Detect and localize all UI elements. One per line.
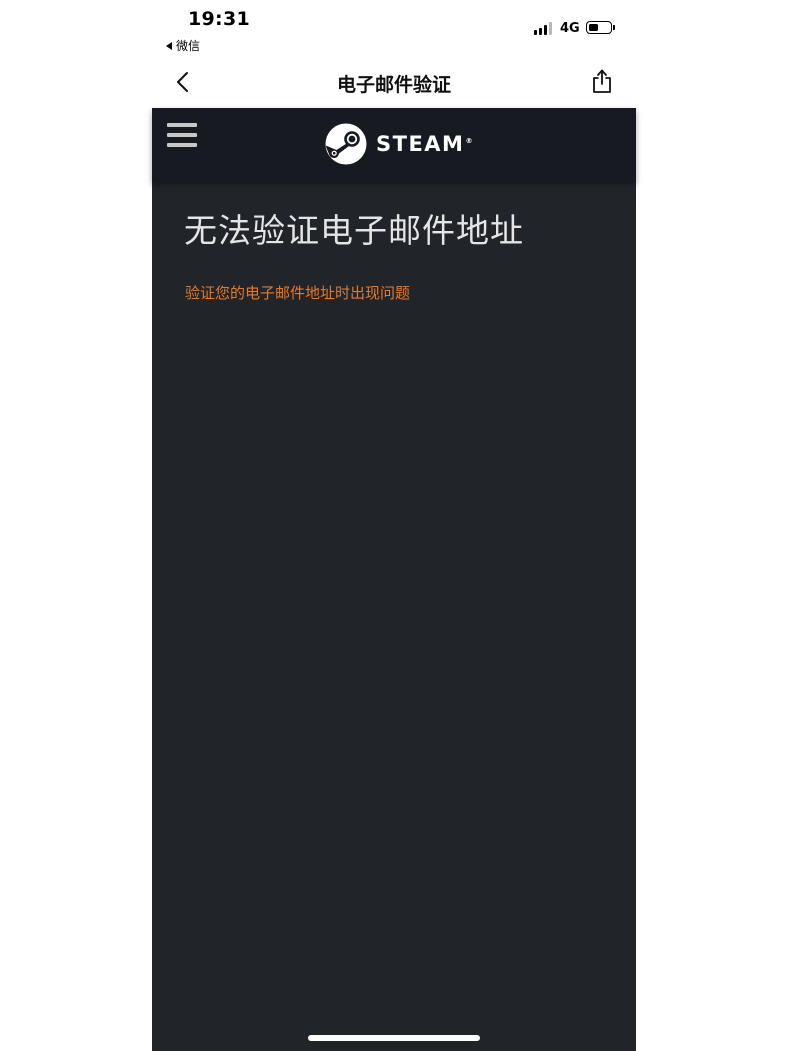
steam-logo-icon [325,123,367,165]
network-type: 4G [560,21,580,36]
steam-wordmark: STEAM® [376,132,474,156]
page-heading: 无法验证电子邮件地址 [184,211,524,250]
status-bar: 19:31 微信 4G [152,0,636,60]
home-indicator[interactable] [308,1035,480,1041]
back-triangle-icon [166,41,172,50]
steam-logo[interactable]: STEAM® [325,123,474,165]
battery-level [588,23,598,31]
phone-screen: 19:31 微信 4G 电子邮件验证 STEAM® 无法验证电子邮件地址 验证您… [152,0,636,1051]
steam-header: STEAM® [152,108,636,182]
battery-cap [613,25,615,30]
web-content: STEAM® 无法验证电子邮件地址 验证您的电子邮件地址时出现问题 [152,108,636,1051]
navigation-bar: 电子邮件验证 [152,60,636,108]
back-app-label: 微信 [176,39,201,53]
hamburger-icon[interactable] [167,123,197,149]
battery-icon [586,21,612,34]
page-title: 电子邮件验证 [336,74,451,96]
share-icon[interactable] [590,68,614,94]
signal-strength-icon [534,22,552,35]
registered-mark: ® [465,137,474,145]
status-time: 19:31 [188,8,250,30]
error-message: 验证您的电子邮件地址时出现问题 [185,284,411,302]
back-to-app-link[interactable]: 微信 [166,37,200,54]
